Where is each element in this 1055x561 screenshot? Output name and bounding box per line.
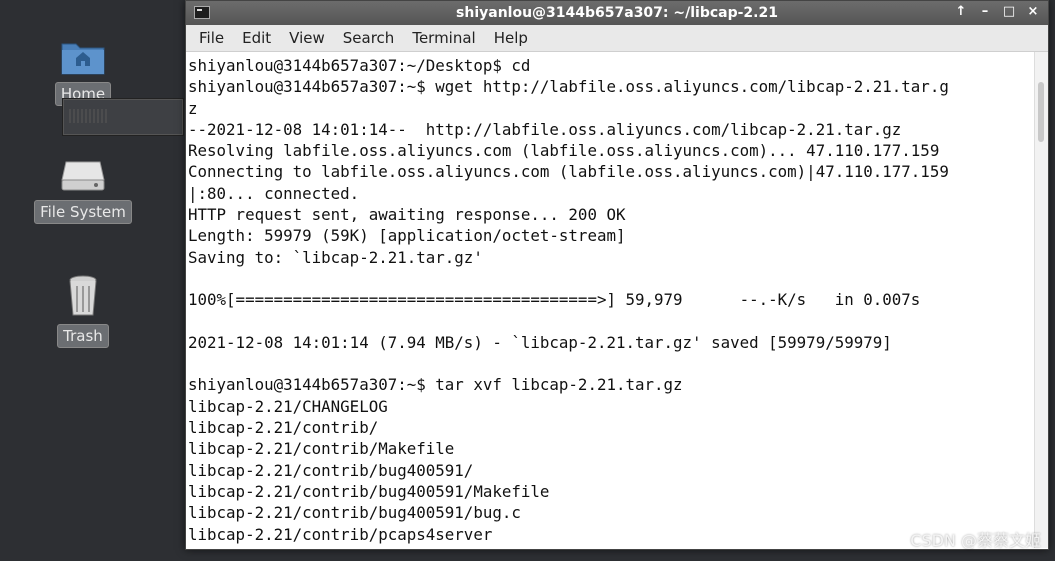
terminal-line: libcap-2.21/contrib/bug400591/bug.c [188,503,521,523]
scrollbar[interactable] [1034,52,1048,548]
menu-help[interactable]: Help [485,29,537,47]
watermark: CSDN @蔡蔡文姬 [910,531,1041,550]
desktop-icon-label: File System [34,200,132,224]
window-titlebar[interactable]: shiyanlou@3144b657a307: ~/libcap-2.21 ↑ … [186,1,1048,25]
terminal-output[interactable]: shiyanlou@3144b657a307:~/Desktop$ cd shiy… [186,52,1048,548]
terminal-line: 2021-12-08 14:01:14 (7.94 MB/s) - `libca… [188,332,892,352]
desktop-icon-trash[interactable]: Trash [28,274,138,348]
terminal-line: shiyanlou@3144b657a307:~$ wget http://la… [188,77,949,97]
menu-bar: File Edit View Search Terminal Help [186,25,1048,52]
folder-home-icon [61,43,105,75]
terminal-line: libcap-2.21/contrib/bug400591/ [188,460,474,480]
desktop-icon-home[interactable]: Home [28,36,138,106]
desktop-icon-label: Trash [57,324,109,348]
keep-above-button[interactable]: ↑ [954,4,968,19]
menu-search[interactable]: Search [334,29,404,47]
terminal-line: libcap-2.21/CHANGELOG [188,396,388,416]
tooltip-overlay [62,98,184,136]
menu-view[interactable]: View [280,29,334,47]
close-button[interactable]: × [1026,4,1040,19]
terminal-line: libcap-2.21/contrib/pcaps4server [188,524,493,544]
terminal-line: 100%[===================================… [188,290,921,310]
terminal-line: Length: 59979 (59K) [application/octet-s… [188,226,626,246]
terminal-window[interactable]: shiyanlou@3144b657a307: ~/libcap-2.21 ↑ … [185,0,1049,550]
terminal-line: Resolving labfile.oss.aliyuncs.com (labf… [188,141,940,161]
terminal-line: Connecting to labfile.oss.aliyuncs.com (… [188,162,949,182]
menu-edit[interactable]: Edit [233,29,280,47]
terminal-line: |:80... connected. [188,183,360,203]
terminal-line: z [188,98,198,118]
menu-file[interactable]: File [190,29,233,47]
minimize-button[interactable]: – [978,4,992,19]
drive-icon [61,161,105,191]
terminal-line: shiyanlou@3144b657a307:~$ tar xvf libcap… [188,375,683,395]
window-controls: ↑ – □ × [954,4,1040,19]
maximize-button[interactable]: □ [1002,4,1016,19]
terminal-line: libcap-2.21/contrib/Makefile [188,439,455,459]
desktop-icon-file-system[interactable]: File System [28,158,138,224]
terminal-line: libcap-2.21/contrib/ [188,418,379,438]
terminal-line: shiyanlou@3144b657a307:~/Desktop$ cd [188,56,531,75]
terminal-line: libcap-2.21/contrib/bug400591/Makefile [188,481,550,501]
scrollbar-thumb[interactable] [1038,82,1044,142]
trash-icon [69,275,97,316]
terminal-line: HTTP request sent, awaiting response... … [188,205,626,225]
window-title: shiyanlou@3144b657a307: ~/libcap-2.21 [456,5,778,21]
terminal-line: --2021-12-08 14:01:14-- http://labfile.o… [188,119,902,139]
menu-terminal[interactable]: Terminal [403,29,484,47]
terminal-line: Saving to: `libcap-2.21.tar.gz' [188,247,483,267]
